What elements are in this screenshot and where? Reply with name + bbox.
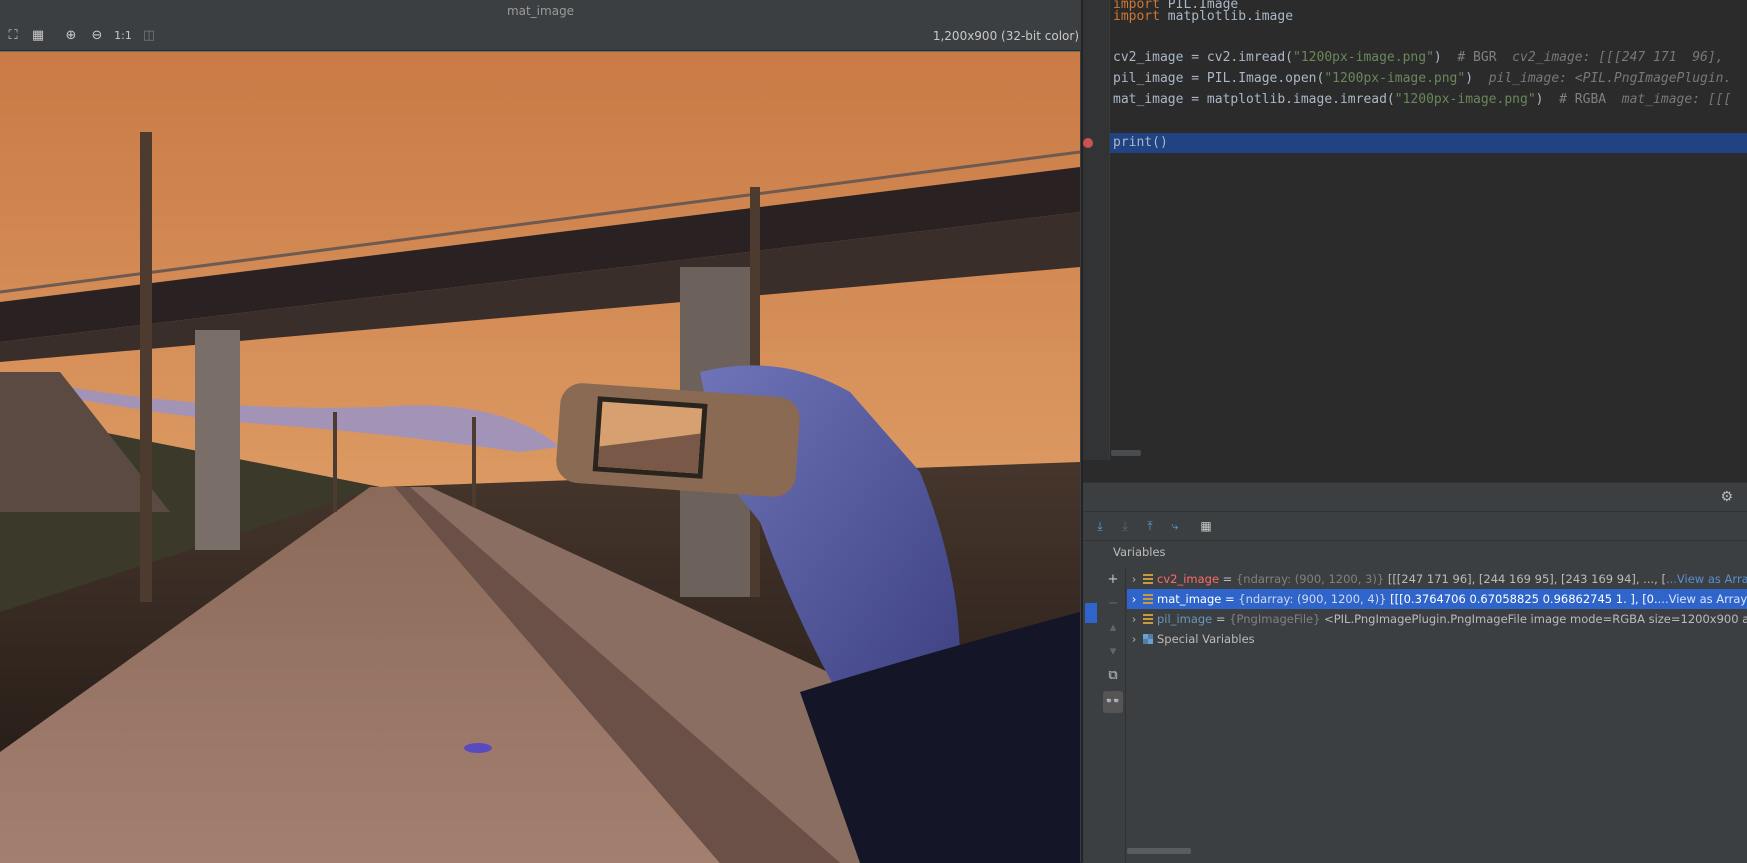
array-icon <box>1143 594 1153 604</box>
code-line-6[interactable]: print() <box>1113 133 1168 153</box>
grid-icon[interactable]: ▦ <box>29 27 47 45</box>
background-icon[interactable]: ◫ <box>140 27 158 45</box>
object-icon <box>1143 614 1153 624</box>
zoom-in-icon[interactable]: ⊕ <box>62 27 80 45</box>
step-over-icon[interactable]: ⤓ <box>1091 517 1109 535</box>
step-into-icon[interactable]: ⤓ <box>1116 517 1134 535</box>
evaluate-expression-icon[interactable]: ▦ <box>1197 517 1215 535</box>
debug-toolbar: ⤓ ⤓ ⤒ ⤷ ▦ <box>1083 511 1747 541</box>
step-out-icon[interactable]: ⤒ <box>1141 517 1159 535</box>
editor-horizontal-scrollbar[interactable] <box>1111 450 1141 456</box>
code-line-5[interactable]: mat_image = matplotlib.image.imread("120… <box>1113 90 1731 110</box>
viewer-title: mat_image <box>0 0 1081 22</box>
image-viewer-window: mat_image ⛶ ▦ ⊕ ⊖ 1:1 ◫ 1,200x900 (32-bi… <box>0 0 1081 863</box>
image-canvas[interactable] <box>0 51 1080 863</box>
frames-strip <box>1083 567 1102 863</box>
breakpoint-icon[interactable] <box>1083 138 1093 148</box>
run-to-cursor-icon[interactable]: ⤷ <box>1166 517 1184 535</box>
show-watches-icon[interactable]: 👓 <box>1103 691 1123 713</box>
actual-size-button[interactable]: 1:1 <box>114 27 132 45</box>
expand-arrow-icon[interactable]: › <box>1127 629 1141 649</box>
variable-row-pil_image[interactable]: › pil_image = {PngImageFile} <PIL.PngImag… <box>1127 609 1747 629</box>
code-line-3[interactable]: cv2_image = cv2.imread("1200px-image.png… <box>1113 48 1724 68</box>
move-down-button[interactable]: ▾ <box>1101 641 1125 663</box>
expand-arrow-icon[interactable]: › <box>1127 609 1141 629</box>
scrollbar-thumb[interactable] <box>1127 848 1191 854</box>
variables-label: Variables <box>1113 545 1166 559</box>
zoom-out-icon[interactable]: ⊖ <box>88 27 106 45</box>
variable-row-cv2_image[interactable]: › cv2_image = {ndarray: (900, 1200, 3)} [… <box>1127 569 1747 589</box>
copy-icon[interactable]: ⧉ <box>1101 665 1125 687</box>
view-as-array-link[interactable]: ...View as Array <box>1666 572 1747 586</box>
code-editor[interactable]: import PIL.Image import matplotlib.image… <box>1083 0 1747 460</box>
array-icon <box>1143 574 1153 584</box>
expand-arrow-icon[interactable]: › <box>1127 569 1141 589</box>
image-info: 1,200x900 (32-bit color) <box>932 29 1079 43</box>
viewer-toolbar: ⛶ ▦ ⊕ ⊖ 1:1 ◫ 1,200x900 (32-bit color) <box>0 22 1081 51</box>
expand-arrow-icon[interactable]: › <box>1127 589 1141 609</box>
variables-side-toolbar: + − ▴ ▾ ⧉ 👓 <box>1101 567 1126 863</box>
current-line-highlight <box>1110 133 1747 153</box>
code-line-4[interactable]: pil_image = PIL.Image.open("1200px-image… <box>1113 69 1731 89</box>
debug-panel: ⚙ ⤓ ⤓ ⤒ ⤷ ▦ Variables + − ▴ ▾ ⧉ 👓 › cv2_i… <box>1083 482 1747 863</box>
fit-to-window-icon[interactable]: ⛶ <box>4 27 22 45</box>
variable-row-mat_image[interactable]: › mat_image = {ndarray: (900, 1200, 4)} [… <box>1127 589 1747 609</box>
photo-render <box>0 52 1080 863</box>
view-as-array-link[interactable]: ...View as Array <box>1658 592 1747 606</box>
variable-row-special-variables[interactable]: › Special Variables <box>1127 629 1747 649</box>
code-line-2[interactable]: import matplotlib.image <box>1113 7 1293 27</box>
remove-watch-button[interactable]: − <box>1101 593 1125 615</box>
editor-gutter[interactable] <box>1083 0 1110 460</box>
frame-indicator <box>1085 603 1097 623</box>
add-watch-button[interactable]: + <box>1101 569 1125 591</box>
move-up-button[interactable]: ▴ <box>1101 617 1125 639</box>
special-variables-icon <box>1143 634 1153 644</box>
settings-gear-icon[interactable]: ⚙ <box>1720 489 1733 505</box>
variables-horizontal-scrollbar[interactable] <box>1127 847 1747 855</box>
